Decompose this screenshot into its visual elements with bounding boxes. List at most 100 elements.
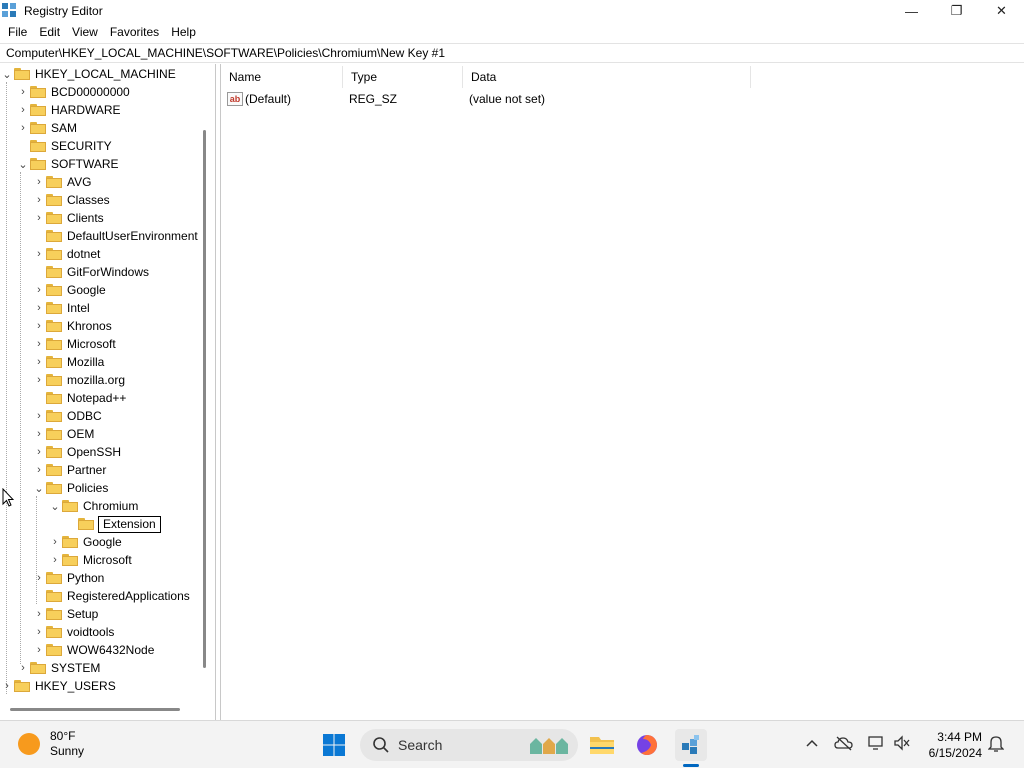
tree-item[interactable]: › Setup xyxy=(32,605,99,623)
chevron-right-icon[interactable]: › xyxy=(32,299,46,317)
taskbar-search[interactable]: Search xyxy=(360,729,578,761)
tree-item[interactable]: ⌄ SOFTWARE xyxy=(16,155,120,173)
chevron-right-icon[interactable]: › xyxy=(32,407,46,425)
tree-horizontal-scrollbar[interactable] xyxy=(10,708,180,711)
menu-edit[interactable]: Edit xyxy=(33,22,66,42)
chevron-down-icon[interactable]: ⌄ xyxy=(32,479,46,497)
tree-item[interactable]: › voidtools xyxy=(32,623,115,641)
registry-tree[interactable]: ⌄ HKEY_LOCAL_MACHINE › BCD00000000 › HARDWARE… xyxy=(0,64,216,720)
chevron-right-icon[interactable]: › xyxy=(32,605,46,623)
file-explorer-button[interactable] xyxy=(586,729,618,761)
chevron-right-icon[interactable]: › xyxy=(32,443,46,461)
tree-item[interactable]: › HKEY_USERS xyxy=(0,677,117,695)
chevron-right-icon[interactable]: › xyxy=(32,569,46,587)
chevron-right-icon[interactable]: › xyxy=(32,281,46,299)
folder-icon xyxy=(62,536,78,548)
tree-item[interactable]: SECURITY xyxy=(16,137,113,155)
folder-icon xyxy=(46,446,62,458)
tree-item[interactable]: › Intel xyxy=(32,299,91,317)
chevron-right-icon[interactable]: › xyxy=(32,245,46,263)
chevron-right-icon[interactable]: › xyxy=(32,335,46,353)
tree-item[interactable]: › Microsoft xyxy=(32,335,117,353)
chevron-right-icon[interactable]: › xyxy=(16,101,30,119)
chevron-right-icon[interactable]: › xyxy=(32,191,46,209)
tree-item[interactable]: › Khronos xyxy=(32,317,113,335)
network-icon[interactable] xyxy=(866,733,886,753)
title-bar[interactable]: Registry Editor — ❐ ✕ xyxy=(0,0,1024,22)
notification-bell-icon[interactable] xyxy=(986,733,1006,753)
column-data[interactable]: Data xyxy=(463,66,751,88)
tree-item[interactable]: › Clients xyxy=(32,209,105,227)
tree-item[interactable]: DefaultUserEnvironment xyxy=(32,227,199,245)
tree-item[interactable]: › Partner xyxy=(32,461,107,479)
chevron-right-icon[interactable]: › xyxy=(16,119,30,137)
tree-item[interactable]: › Microsoft xyxy=(48,551,133,569)
tree-item[interactable]: ⌄ Chromium xyxy=(48,497,139,515)
chevron-right-icon[interactable]: › xyxy=(48,551,62,569)
tree-item[interactable]: › OpenSSH xyxy=(32,443,122,461)
tree-item[interactable]: › dotnet xyxy=(32,245,101,263)
address-bar[interactable]: Computer\HKEY_LOCAL_MACHINE\SOFTWARE\Pol… xyxy=(0,43,1024,63)
tree-item[interactable]: ⌄ HKEY_LOCAL_MACHINE xyxy=(0,65,177,83)
tree-item[interactable]: › Mozilla xyxy=(32,353,105,371)
tree-item[interactable]: › SYSTEM xyxy=(16,659,101,677)
tree-item[interactable]: › Google xyxy=(32,281,107,299)
list-item[interactable]: ab (Default) REG_SZ (value not set) xyxy=(221,90,751,108)
tree-item[interactable]: Notepad++ xyxy=(32,389,127,407)
chevron-right-icon[interactable]: › xyxy=(32,317,46,335)
tree-item-label: WOW6432Node xyxy=(67,643,155,657)
weather-description: Sunny xyxy=(50,744,85,758)
chevron-right-icon[interactable]: › xyxy=(48,533,62,551)
tree-item[interactable]: › mozilla.org xyxy=(32,371,126,389)
maximize-button[interactable]: ❐ xyxy=(934,0,979,22)
tree-item[interactable]: › Python xyxy=(32,569,105,587)
tree-item[interactable]: › AVG xyxy=(32,173,92,191)
chevron-up-icon[interactable] xyxy=(802,733,822,753)
volume-muted-icon[interactable] xyxy=(892,733,912,753)
chevron-right-icon[interactable]: › xyxy=(32,461,46,479)
chevron-right-icon[interactable]: › xyxy=(32,173,46,191)
menu-file[interactable]: File xyxy=(2,22,33,42)
onedrive-offline-icon[interactable] xyxy=(834,733,854,753)
menu-help[interactable]: Help xyxy=(165,22,202,42)
weather-widget[interactable]: 80°F Sunny xyxy=(18,729,84,759)
chevron-right-icon[interactable]: › xyxy=(32,371,46,389)
tree-item[interactable]: › WOW6432Node xyxy=(32,641,155,659)
tree-item[interactable]: RegisteredApplications xyxy=(32,587,191,605)
tree-vertical-scrollbar[interactable] xyxy=(203,130,206,668)
close-button[interactable]: ✕ xyxy=(979,0,1024,22)
chevron-right-icon[interactable]: › xyxy=(32,209,46,227)
column-type[interactable]: Type xyxy=(343,66,463,88)
chevron-right-icon[interactable]: › xyxy=(32,623,46,641)
tree-item[interactable]: › HARDWARE xyxy=(16,101,122,119)
menu-view[interactable]: View xyxy=(66,22,104,42)
tree-item-label: SOFTWARE xyxy=(51,157,119,171)
chevron-down-icon[interactable]: ⌄ xyxy=(16,155,30,173)
column-name[interactable]: Name xyxy=(221,66,343,88)
chevron-right-icon[interactable]: › xyxy=(16,83,30,101)
chevron-right-icon[interactable]: › xyxy=(32,425,46,443)
minimize-button[interactable]: — xyxy=(889,0,934,22)
values-list[interactable]: Name Type Data ab (Default) REG_SZ (valu… xyxy=(220,64,1024,720)
chevron-right-icon[interactable]: › xyxy=(16,659,30,677)
firefox-button[interactable] xyxy=(631,729,663,761)
start-button[interactable] xyxy=(318,729,350,761)
tree-item[interactable]: › Google xyxy=(48,533,123,551)
tree-item[interactable]: › Classes xyxy=(32,191,111,209)
tree-item[interactable]: Extension xyxy=(64,515,161,533)
chevron-right-icon[interactable]: › xyxy=(0,677,14,695)
chevron-down-icon[interactable]: ⌄ xyxy=(48,497,62,515)
clock[interactable]: 3:44 PM 6/15/2024 xyxy=(918,729,982,761)
tree-item-rename-input[interactable]: Extension xyxy=(98,515,161,533)
chevron-down-icon[interactable]: ⌄ xyxy=(0,65,14,83)
tree-item[interactable]: › BCD00000000 xyxy=(16,83,131,101)
tree-item[interactable]: › SAM xyxy=(16,119,78,137)
chevron-right-icon[interactable]: › xyxy=(32,353,46,371)
tree-item[interactable]: ⌄ Policies xyxy=(32,479,109,497)
menu-favorites[interactable]: Favorites xyxy=(104,22,165,42)
tree-item[interactable]: › ODBC xyxy=(32,407,103,425)
chevron-right-icon[interactable]: › xyxy=(32,641,46,659)
registry-editor-taskbar-button[interactable] xyxy=(675,729,707,761)
tree-item[interactable]: GitForWindows xyxy=(32,263,150,281)
tree-item[interactable]: › OEM xyxy=(32,425,95,443)
